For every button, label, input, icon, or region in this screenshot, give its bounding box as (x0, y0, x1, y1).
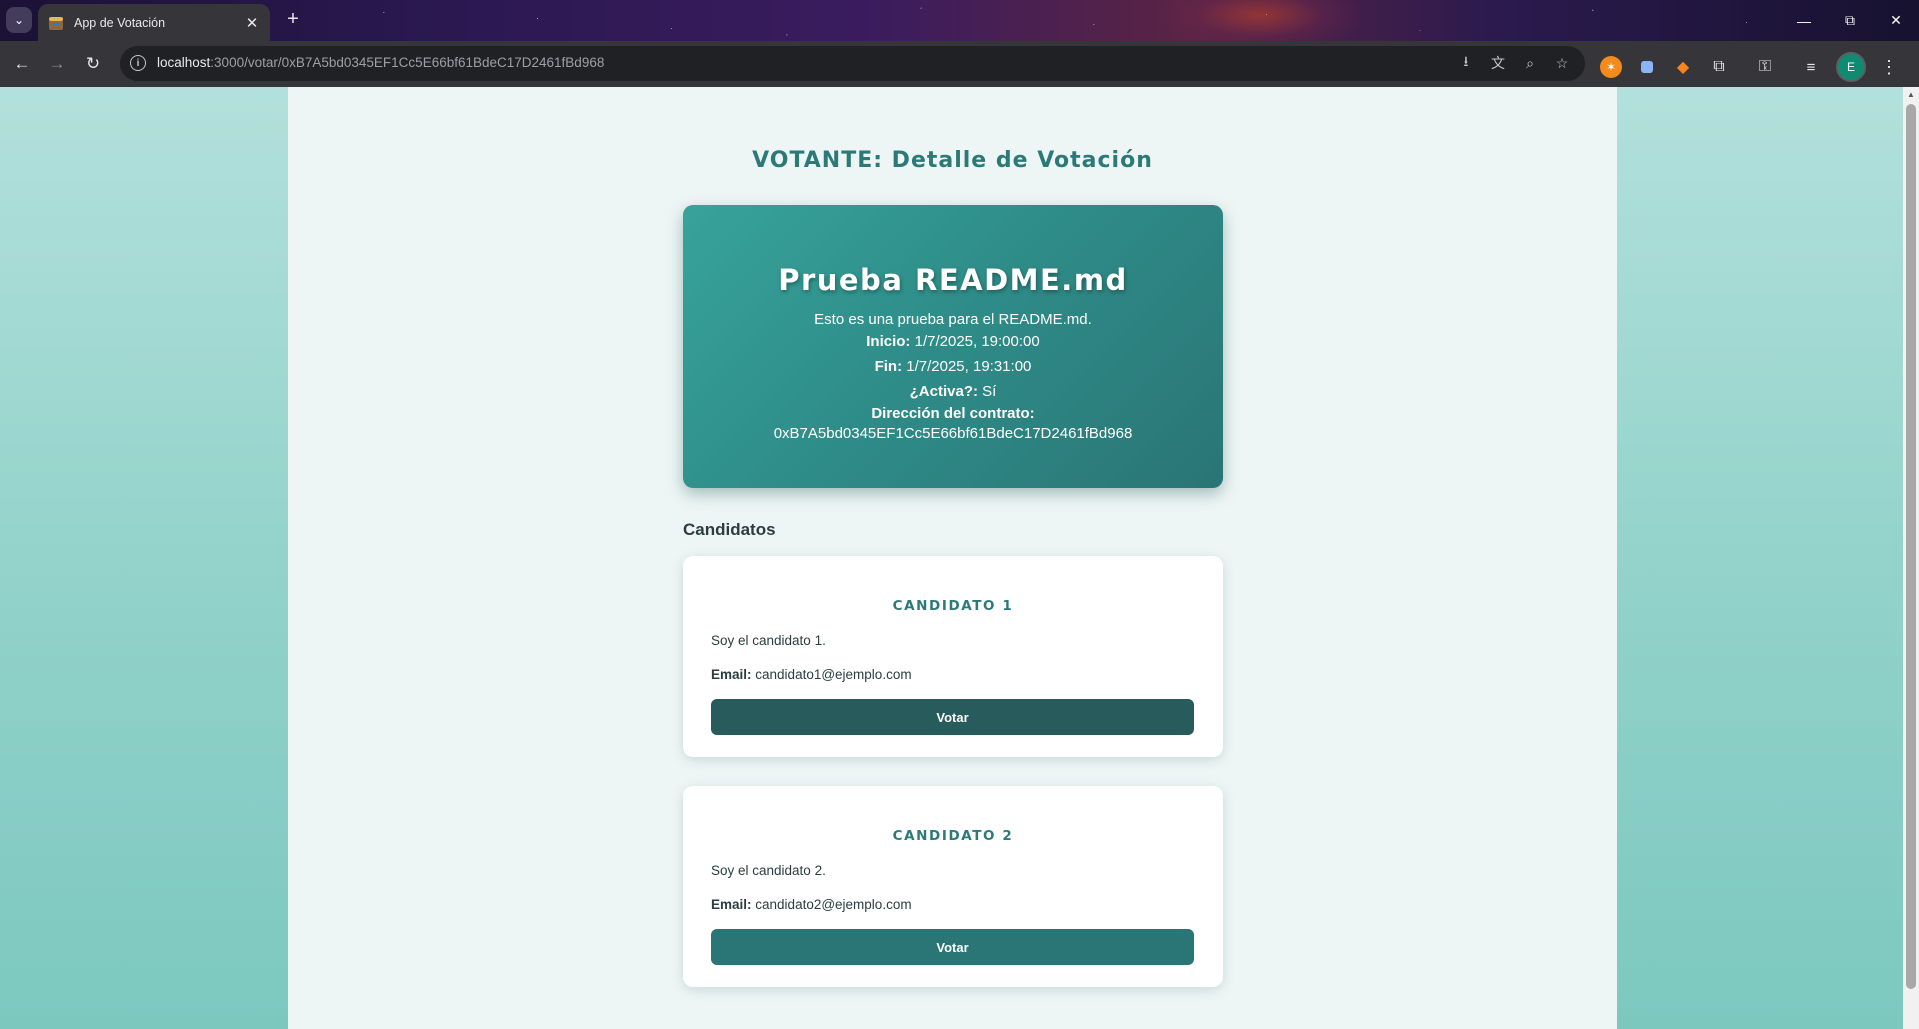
profile-avatar[interactable]: E (1836, 52, 1866, 82)
election-name: Prueba README.md (778, 263, 1128, 297)
election-card: Prueba README.md Esto es una prueba para… (683, 205, 1223, 488)
browser-toolbar: ← → ↻ i localhost:3000/votar/0xB7A5bd034… (0, 41, 1919, 87)
scrollbar-thumb[interactable] (1906, 104, 1916, 989)
candidates-heading: Candidatos (683, 520, 776, 539)
close-window-icon[interactable]: ✕ (1873, 0, 1919, 41)
contract-address: 0xB7A5bd0345EF1Cc5E66bf61BdeC17D2461fBd9… (773, 425, 1133, 442)
translate-icon[interactable]: 文 (1489, 54, 1507, 72)
election-end: Fin: 1/7/2025, 19:31:00 (874, 358, 1032, 375)
window-controls: — ⧉ ✕ (1781, 0, 1919, 41)
back-icon[interactable]: ← (10, 52, 34, 76)
key-icon[interactable]: ⚿ (1754, 56, 1776, 78)
candidate-description: Soy el candidato 1. (711, 633, 826, 648)
main-panel: VOTANTE: Detalle de Votación Prueba READ… (288, 87, 1617, 1029)
wallpaper-nebula (1160, 0, 1360, 41)
scrollbar[interactable]: ▲ (1903, 87, 1919, 1029)
page-viewport: VOTANTE: Detalle de Votación Prueba READ… (0, 87, 1919, 1029)
minimize-icon[interactable]: — (1781, 0, 1827, 41)
extension-icon[interactable]: ✶ (1600, 56, 1622, 78)
ballot-box-icon (48, 15, 64, 31)
address-bar[interactable]: i localhost:3000/votar/0xB7A5bd0345EF1Cc… (120, 46, 1585, 81)
media-icon[interactable]: ≡ (1800, 56, 1822, 78)
url-text[interactable]: localhost:3000/votar/0xB7A5bd0345EF1Cc5E… (157, 55, 604, 70)
metamask-fox-icon[interactable]: ◆ (1672, 56, 1694, 78)
candidate-email: Email: candidato1@ejemplo.com (711, 667, 912, 682)
extensions-area: ✶ ◆ ⧉ ⚿ ≡ E ⋮ (1600, 52, 1898, 82)
omnibox-actions: ⭳ 文 ⌕ ☆ (1457, 53, 1571, 72)
candidate-description: Soy el candidato 2. (711, 863, 826, 878)
extension-icon[interactable] (1636, 56, 1658, 78)
zoom-icon[interactable]: ⌕ (1521, 54, 1539, 72)
puzzle-icon[interactable]: ⧉ (1708, 56, 1730, 78)
contract-address-label: Dirección del contrato: (871, 405, 1035, 422)
election-active: ¿Activa?: Sí (909, 383, 997, 400)
candidate-name: CANDIDATO 1 (892, 598, 1014, 614)
star-icon[interactable]: ☆ (1553, 54, 1571, 72)
plus-icon[interactable]: + (281, 8, 305, 32)
reload-icon[interactable]: ↻ (81, 52, 105, 76)
tab-title: App de Votación (74, 15, 166, 30)
vote-button[interactable]: Votar (711, 929, 1194, 965)
election-description: Esto es una prueba para el README.md. (814, 311, 1092, 328)
candidate-card: CANDIDATO 2 Soy el candidato 2. Email: c… (683, 786, 1223, 987)
candidate-name: CANDIDATO 2 (892, 828, 1014, 844)
scroll-up-icon[interactable]: ▲ (1907, 91, 1915, 99)
close-icon[interactable]: ✕ (244, 14, 260, 32)
election-start: Inicio: 1/7/2025, 19:00:00 (866, 333, 1040, 350)
site-info-icon[interactable]: i (130, 55, 146, 71)
install-icon[interactable]: ⭳ (1457, 53, 1475, 72)
candidate-email: Email: candidato2@ejemplo.com (711, 897, 912, 912)
candidate-card: CANDIDATO 1 Soy el candidato 1. Email: c… (683, 556, 1223, 757)
browser-tab-active[interactable]: App de Votación ✕ (38, 4, 270, 41)
vote-button[interactable]: Votar (711, 699, 1194, 735)
page-title: VOTANTE: Detalle de Votación (752, 148, 1153, 173)
tab-search-icon[interactable]: ⌄ (6, 7, 32, 33)
restore-icon[interactable]: ⧉ (1827, 0, 1873, 41)
browser-titlebar: ⌄ App de Votación ✕ + — ⧉ ✕ (0, 0, 1919, 41)
menu-icon[interactable]: ⋮ (1880, 57, 1898, 78)
forward-icon[interactable]: → (45, 52, 69, 76)
